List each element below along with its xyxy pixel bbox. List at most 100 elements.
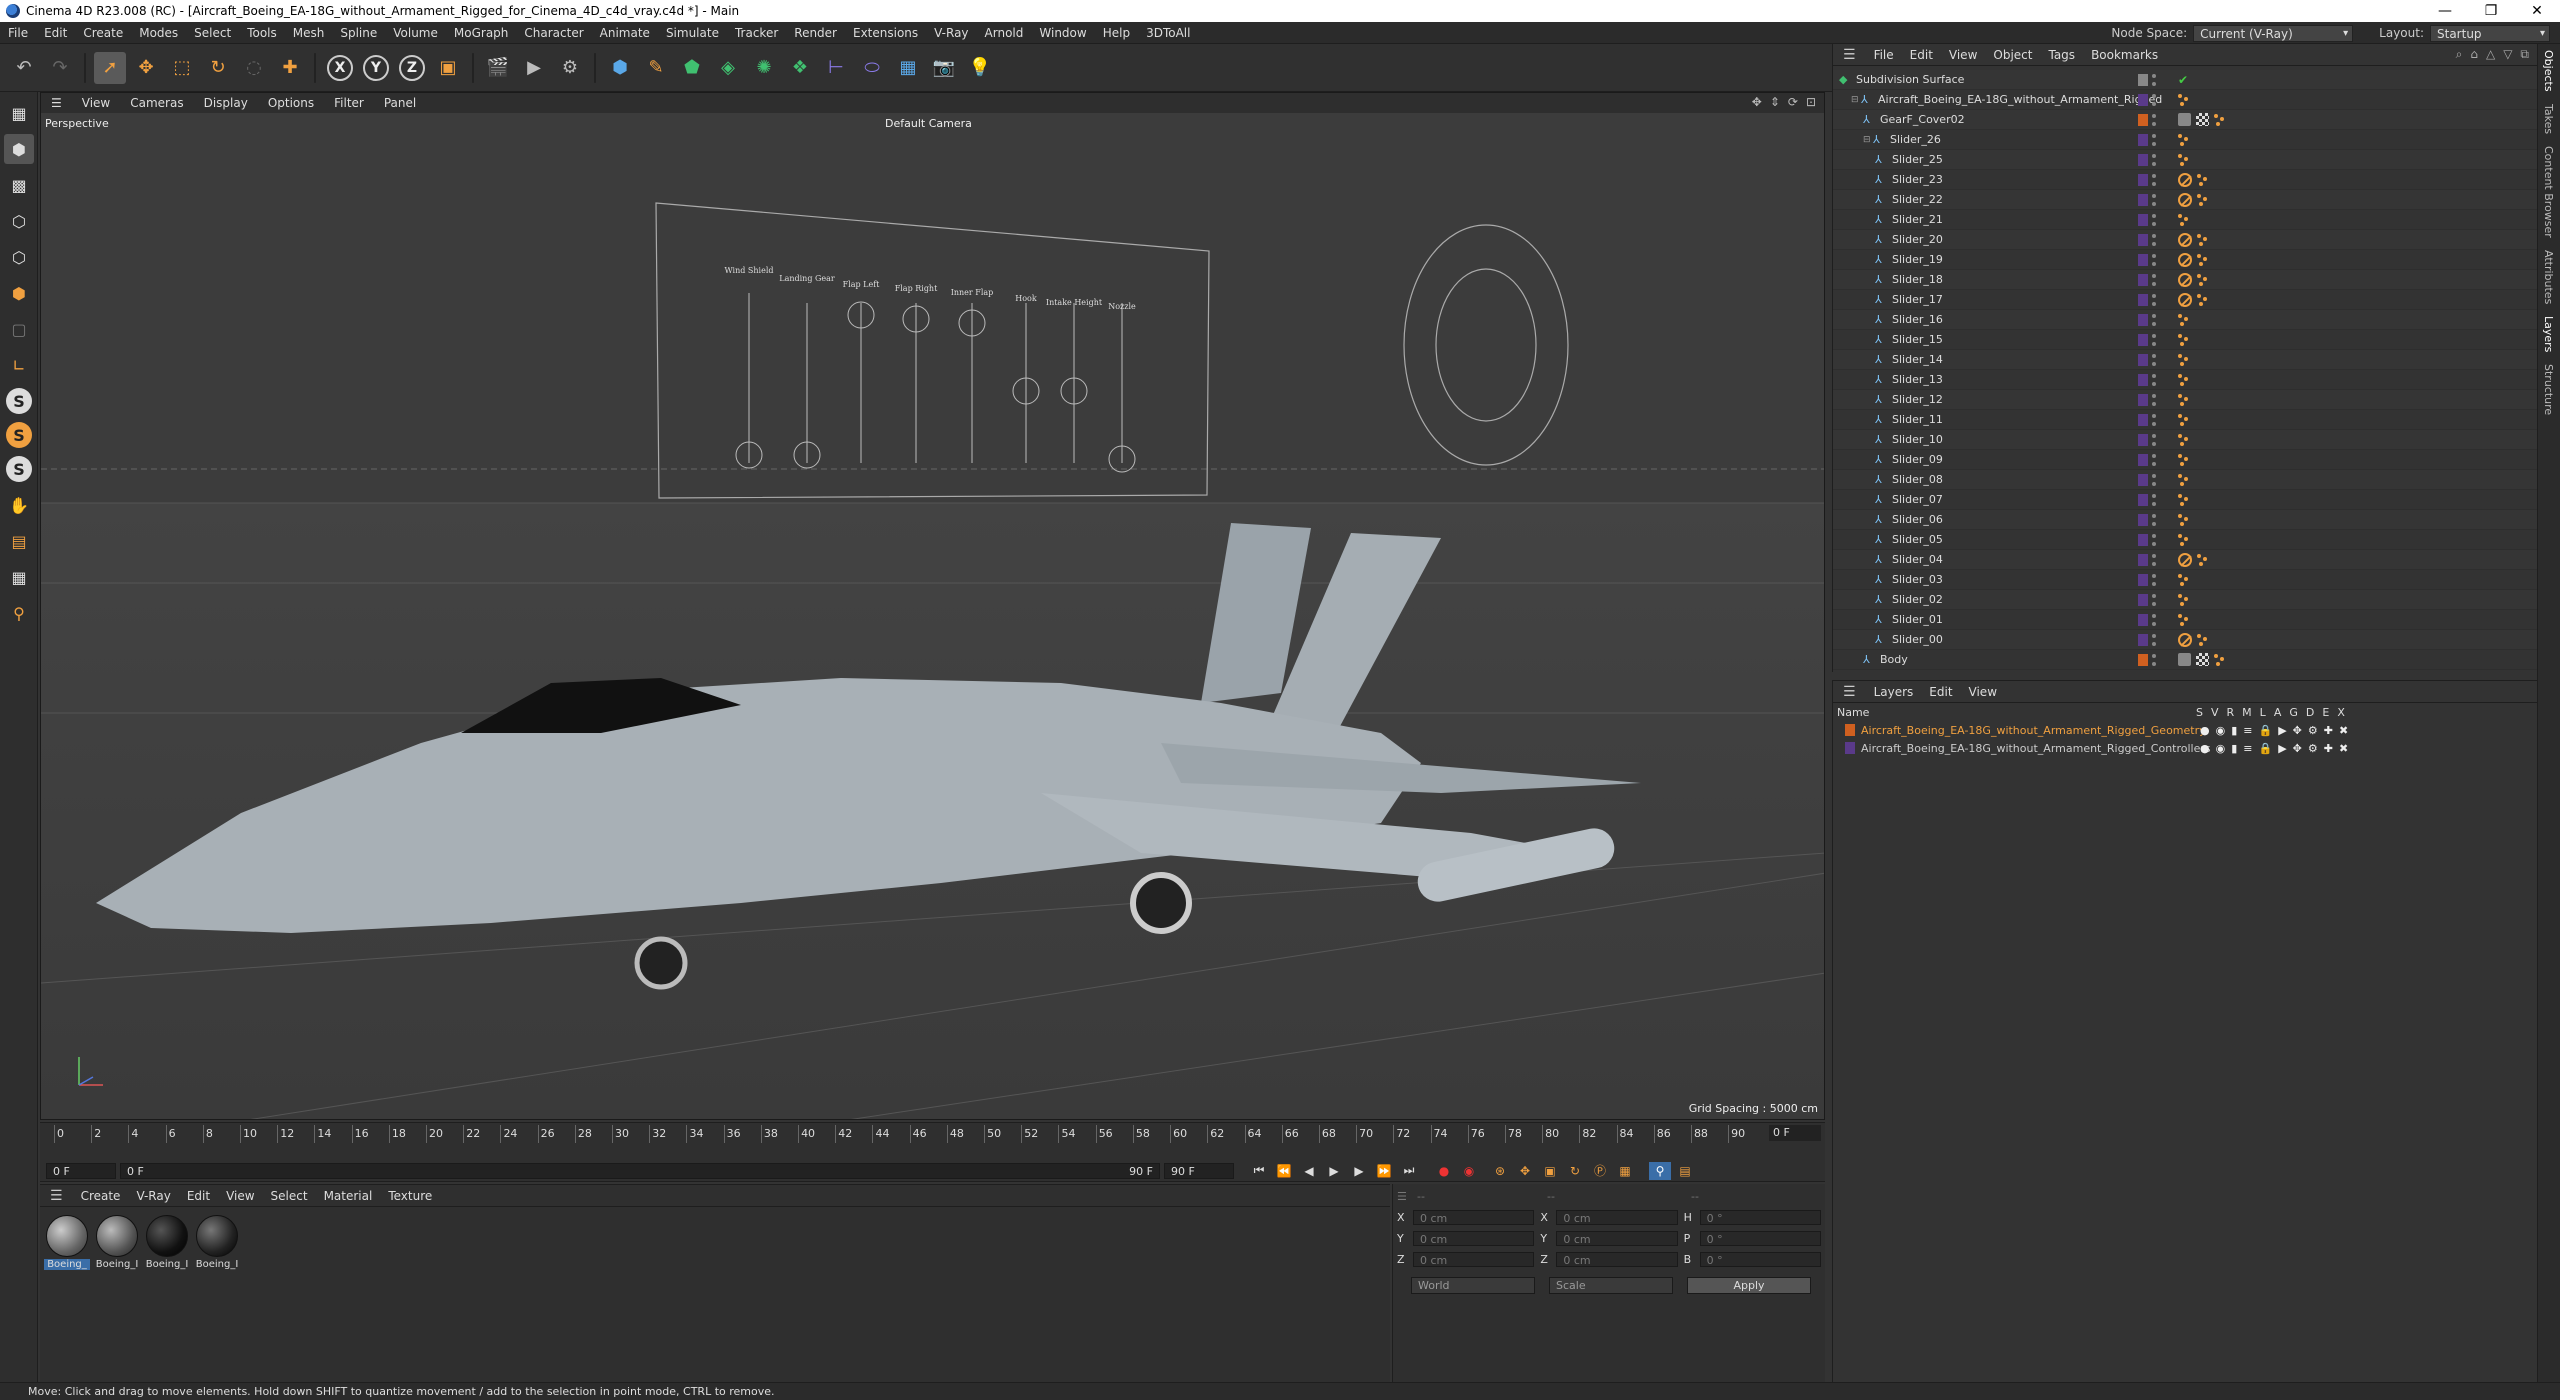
visibility-dots-icon[interactable]: [2152, 293, 2156, 306]
object-row[interactable]: ⅄ Slider_17: [1833, 290, 2537, 310]
menu-window[interactable]: Window: [1031, 26, 1094, 40]
layer-color-swatch[interactable]: [2138, 513, 2148, 526]
visibility-dots-icon[interactable]: [2152, 333, 2156, 346]
visibility-dots-icon[interactable]: [2152, 653, 2156, 666]
object-row[interactable]: ⊟ ⅄ Slider_26: [1833, 130, 2537, 150]
layer-color-swatch[interactable]: [2138, 173, 2148, 186]
go-to-start-icon[interactable]: ⏮: [1248, 1162, 1270, 1180]
tweak-icon[interactable]: ✋: [4, 490, 34, 520]
layer-color-swatch[interactable]: [2138, 273, 2148, 286]
model-mode-icon[interactable]: ⬢: [4, 134, 34, 164]
object-row[interactable]: ⅄ Slider_04: [1833, 550, 2537, 570]
layer-column-e[interactable]: E: [2322, 706, 2329, 719]
material-swatch[interactable]: Boeing_I: [94, 1215, 140, 1270]
coord-value-field[interactable]: 0 cm: [1413, 1210, 1535, 1225]
protection-tag-icon[interactable]: [2178, 192, 2192, 207]
layer-column-l[interactable]: L: [2260, 706, 2266, 719]
object-row[interactable]: ⅄ Slider_02: [1833, 590, 2537, 610]
layer-color-swatch[interactable]: [2138, 453, 2148, 466]
layer-color-swatch[interactable]: [2138, 253, 2148, 266]
next-frame-icon[interactable]: ▶: [1348, 1162, 1370, 1180]
lock-icon[interactable]: 🔒: [2259, 724, 2273, 737]
render-settings-icon[interactable]: ⚙: [554, 52, 586, 84]
materials-menu-select[interactable]: Select: [263, 1189, 316, 1203]
autokey-icon[interactable]: ◉: [1458, 1162, 1480, 1180]
right-tab-layers[interactable]: Layers: [2542, 310, 2555, 358]
visibility-dots-icon[interactable]: [2152, 73, 2156, 86]
layer-color-swatch[interactable]: [2138, 293, 2148, 306]
objects-menu-object[interactable]: Object: [1985, 48, 2040, 62]
materials-menu-material[interactable]: Material: [316, 1189, 381, 1203]
constraint-tag-icon[interactable]: [2178, 313, 2190, 326]
coord-value-field[interactable]: 0 °: [1699, 1252, 1821, 1267]
visibility-dots-icon[interactable]: [2152, 613, 2156, 626]
visibility-dots-icon[interactable]: [2152, 553, 2156, 566]
constraint-tag-icon[interactable]: [2178, 93, 2190, 106]
current-frame-field[interactable]: 0 F: [1769, 1125, 1821, 1141]
menu-help[interactable]: Help: [1095, 26, 1138, 40]
objects-menu-edit[interactable]: Edit: [1902, 48, 1941, 62]
objects-hamburger-icon[interactable]: ☰: [1833, 47, 1866, 63]
search-icon[interactable]: ⌕: [2456, 47, 2463, 62]
visibility-dots-icon[interactable]: [2152, 193, 2156, 206]
layer-color-swatch[interactable]: [2138, 213, 2148, 226]
menu-edit[interactable]: Edit: [36, 26, 75, 40]
up-icon[interactable]: △: [2486, 47, 2495, 62]
menu-animate[interactable]: Animate: [592, 26, 658, 40]
y-axis-icon[interactable]: Y: [363, 54, 389, 81]
make-editable-icon[interactable]: ▦: [4, 98, 34, 128]
subdivision-icon[interactable]: ⬟: [676, 52, 708, 84]
light-icon[interactable]: 💡: [964, 52, 996, 84]
layer-column-m[interactable]: M: [2242, 706, 2252, 719]
menu-mesh[interactable]: Mesh: [285, 26, 333, 40]
visibility-dots-icon[interactable]: [2152, 573, 2156, 586]
layer-color-swatch[interactable]: [2138, 313, 2148, 326]
visible-icon[interactable]: ◉: [2216, 724, 2226, 737]
materials-menu-create[interactable]: Create: [73, 1189, 129, 1203]
lock-icon[interactable]: 🔒: [2259, 742, 2273, 755]
material-swatch[interactable]: Boeing_I: [144, 1215, 190, 1270]
layer-column-d[interactable]: D: [2306, 706, 2314, 719]
layer-column-x[interactable]: X: [2337, 706, 2345, 719]
layer-color-swatch[interactable]: [2138, 373, 2148, 386]
visibility-dots-icon[interactable]: [2152, 433, 2156, 446]
enabled-check-icon[interactable]: ✔: [2178, 73, 2188, 87]
menu-modes[interactable]: Modes: [131, 26, 186, 40]
object-row[interactable]: ◆ Subdivision Surface ✔: [1833, 70, 2537, 90]
points-mode-icon[interactable]: ⬡: [4, 206, 34, 236]
render-icon[interactable]: ▮: [2231, 724, 2237, 737]
manager-icon[interactable]: ≡: [2243, 724, 2252, 737]
keyframe-selection-icon[interactable]: ⊛: [1489, 1162, 1511, 1180]
3d-viewport[interactable]: ☰ View Cameras Display Options Filter Panel ✥…: [40, 92, 1825, 1120]
select-icon[interactable]: ➚: [94, 51, 126, 84]
visibility-dots-icon[interactable]: [2152, 453, 2156, 466]
snap-settings-icon[interactable]: S: [6, 422, 32, 448]
visibility-dots-icon[interactable]: [2152, 313, 2156, 326]
materials-hamburger-icon[interactable]: ☰: [40, 1188, 73, 1204]
object-row[interactable]: ⅄ Slider_23: [1833, 170, 2537, 190]
menu-file[interactable]: File: [0, 26, 36, 40]
layer-name-column[interactable]: Name: [1837, 706, 1869, 719]
layer-color-swatch[interactable]: [2138, 533, 2148, 546]
layer-column-v[interactable]: V: [2211, 706, 2219, 719]
constraint-tag-icon[interactable]: [2178, 513, 2190, 526]
constraint-tag-icon[interactable]: [2197, 633, 2209, 646]
coords-hamburger-icon[interactable]: ☰: [1397, 1190, 1411, 1203]
menu-v-ray[interactable]: V-Ray: [926, 26, 976, 40]
generator-icon[interactable]: ✥: [2293, 724, 2302, 737]
snap-icon[interactable]: S: [6, 388, 32, 414]
layer-color-swatch[interactable]: [2138, 233, 2148, 246]
visibility-dots-icon[interactable]: [2152, 413, 2156, 426]
redo-icon[interactable]: ↷: [44, 52, 76, 84]
constraint-tag-icon[interactable]: [2178, 133, 2190, 146]
visibility-dots-icon[interactable]: [2152, 213, 2156, 226]
lock-workplane-icon[interactable]: ▦: [4, 562, 34, 592]
constraint-tag-icon[interactable]: [2178, 573, 2190, 586]
layer-column-a[interactable]: A: [2274, 706, 2282, 719]
constraint-tag-icon[interactable]: [2178, 493, 2190, 506]
cloner-icon[interactable]: ◈: [712, 52, 744, 84]
constraint-tag-icon[interactable]: [2178, 453, 2190, 466]
camera-rig-icon[interactable]: ⊢: [820, 52, 852, 84]
constraint-tag-icon[interactable]: [2214, 113, 2226, 126]
right-tab-attributes[interactable]: Attributes: [2542, 244, 2555, 310]
